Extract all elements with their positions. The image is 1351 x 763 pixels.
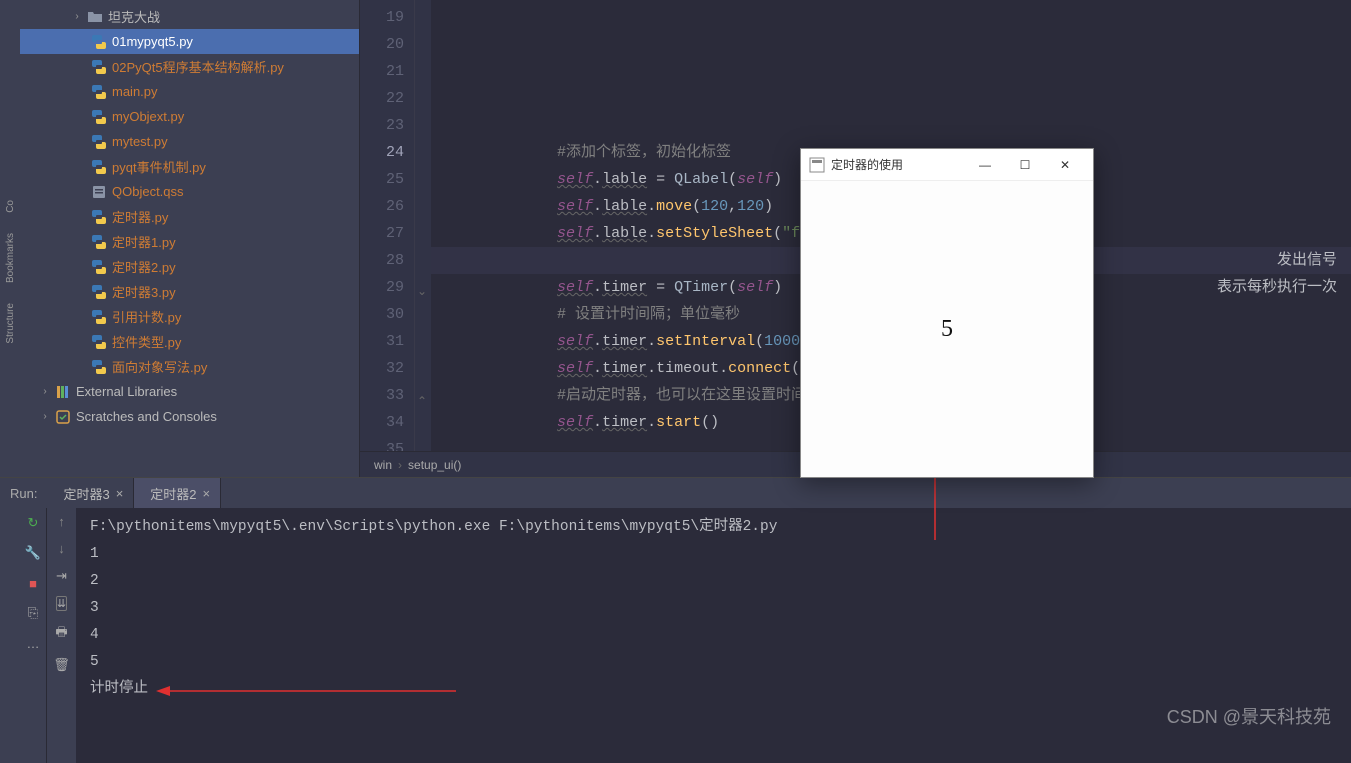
file-item[interactable]: main.py bbox=[20, 79, 359, 104]
run-subtoolbar: ↑ ↓ ⇥ ⇊ 🖶 🗑 bbox=[46, 508, 76, 763]
left-tool-strip: Co Bookmarks Structure bbox=[0, 0, 20, 477]
file-item[interactable]: 定时器3.py bbox=[20, 279, 359, 304]
close-button[interactable]: ✕ bbox=[1045, 158, 1085, 172]
left-tool-strip-bottom bbox=[0, 508, 20, 763]
maximize-button[interactable]: ☐ bbox=[1005, 158, 1045, 172]
chevron-right-icon: › bbox=[398, 458, 402, 472]
stop-icon[interactable]: ■ bbox=[24, 574, 42, 592]
help-icon[interactable]: … bbox=[24, 634, 42, 652]
run-panel: Run: 定时器3×定时器2× ↻ 🔧 ■ ⎘ … ↑ ↓ ⇥ ⇊ 🖶 🗑 F:… bbox=[0, 477, 1351, 741]
app-icon bbox=[809, 157, 825, 173]
chevron-right-icon[interactable]: › bbox=[36, 386, 54, 397]
run-label: Run: bbox=[0, 486, 47, 501]
code-overflow-1: 发出信号 bbox=[1277, 247, 1337, 274]
scratches-consoles[interactable]: ›Scratches and Consoles bbox=[20, 404, 359, 429]
run-output[interactable]: F:\pythonitems\mypyqt5\.env\Scripts\pyth… bbox=[76, 508, 1351, 763]
run-tabs: Run: 定时器3×定时器2× bbox=[0, 478, 1351, 508]
wrench-icon[interactable]: 🔧 bbox=[24, 544, 42, 562]
run-tab[interactable]: 定时器2× bbox=[134, 478, 221, 508]
file-item[interactable]: QObject.qss bbox=[20, 179, 359, 204]
counter-label: 5 bbox=[941, 316, 953, 343]
window-body: 5 bbox=[801, 181, 1093, 477]
exit-icon[interactable]: ⎘ bbox=[24, 604, 42, 622]
file-item[interactable]: 面向对象写法.py bbox=[20, 354, 359, 379]
scratch-icon bbox=[54, 408, 72, 426]
file-item[interactable]: 02PyQt5程序基本结构解析.py bbox=[20, 54, 359, 79]
run-toolbar: ↻ 🔧 ■ ⎘ … bbox=[20, 508, 46, 763]
file-item[interactable]: 01mypyqt5.py bbox=[20, 29, 359, 54]
up-icon[interactable]: ↑ bbox=[58, 514, 65, 529]
project-panel: ›坦克大战01mypyqt5.py02PyQt5程序基本结构解析.pymain.… bbox=[20, 0, 360, 477]
chevron-right-icon[interactable]: › bbox=[68, 11, 86, 22]
close-icon[interactable]: × bbox=[116, 486, 124, 501]
side-tab-structure[interactable]: Structure bbox=[5, 303, 16, 344]
folder-icon bbox=[86, 8, 104, 26]
file-item[interactable]: 控件类型.py bbox=[20, 329, 359, 354]
down-icon[interactable]: ↓ bbox=[58, 541, 65, 556]
library-icon bbox=[54, 383, 72, 401]
code-overflow-2: 表示每秒执行一次 bbox=[1217, 274, 1337, 301]
window-title: 定时器的使用 bbox=[831, 156, 965, 173]
print-icon[interactable]: 🖶 bbox=[55, 623, 67, 645]
file-item[interactable]: 定时器.py bbox=[20, 204, 359, 229]
close-icon[interactable]: × bbox=[203, 486, 211, 501]
soft-wrap-icon[interactable]: ⇥ bbox=[56, 568, 67, 584]
titlebar[interactable]: 定时器的使用 ― ☐ ✕ bbox=[801, 149, 1093, 181]
file-item[interactable]: 定时器2.py bbox=[20, 254, 359, 279]
file-item[interactable]: myObjext.py bbox=[20, 104, 359, 129]
breadcrumb-item[interactable]: setup_ui() bbox=[408, 458, 461, 472]
file-item[interactable]: 定时器1.py bbox=[20, 229, 359, 254]
side-tab-co[interactable]: Co bbox=[5, 200, 16, 213]
fold-column: ⌃ ⌄ bbox=[415, 0, 431, 451]
run-tab[interactable]: 定时器3× bbox=[47, 478, 134, 508]
minimize-button[interactable]: ― bbox=[965, 158, 1005, 172]
external-libraries[interactable]: ›External Libraries bbox=[20, 379, 359, 404]
rerun-icon[interactable]: ↻ bbox=[24, 514, 42, 532]
file-item[interactable]: pyqt事件机制.py bbox=[20, 154, 359, 179]
app-window: 定时器的使用 ― ☐ ✕ 5 bbox=[800, 148, 1094, 478]
gutter: 1920212223242526272829303132333435 bbox=[360, 0, 415, 451]
breadcrumb-item[interactable]: win bbox=[374, 458, 392, 472]
file-item[interactable]: mytest.py bbox=[20, 129, 359, 154]
chevron-right-icon[interactable]: › bbox=[36, 411, 54, 422]
side-tab-bookmarks[interactable]: Bookmarks bbox=[5, 233, 16, 283]
annotation-arrow-icon bbox=[156, 676, 456, 706]
trash-icon[interactable]: 🗑 bbox=[53, 657, 70, 673]
file-item[interactable]: 引用计数.py bbox=[20, 304, 359, 329]
folder-item[interactable]: ›坦克大战 bbox=[20, 4, 359, 29]
scroll-end-icon[interactable]: ⇊ bbox=[56, 596, 67, 611]
